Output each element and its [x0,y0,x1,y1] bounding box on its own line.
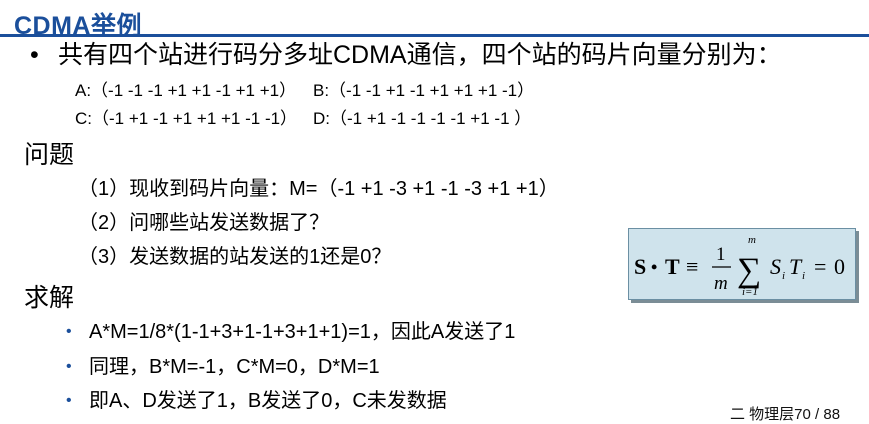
formula-sub-i2: i [802,270,805,282]
formula-t: T [665,254,680,279]
formula-term-t: T [789,254,803,279]
code-d: D:（-1 +1 -1 -1 -1 -1 +1 -1 ） [313,109,532,128]
intro-text: 共有四个站进行码分多址CDMA通信，四个站的码片向量分别为： [58,41,782,69]
code-a: A:（-1 -1 -1 +1 +1 -1 +1 +1） [75,81,297,100]
inner-product-formula: S • T ≡ 1 m m ∑ i=1 S i T i = 0 [634,234,845,298]
code-c: C:（-1 +1 -1 +1 +1 +1 -1 -1） [75,109,298,128]
formula-term-s: S [770,254,781,279]
solution-bullet-2: • [66,358,72,375]
formula-result: 0 [834,254,845,279]
question-heading: 问题 [24,141,75,169]
formula-frac-num: 1 [716,244,726,265]
solution-heading: 求解 [24,284,75,312]
formula-s: S [634,254,646,279]
solution-3: 即A、D发送了1，B发送了0，C未发数据 [89,390,447,412]
solution-2: 同理，B*M=-1，C*M=0，D*M=1 [89,356,380,378]
solution-bullet-3: • [66,392,72,409]
main-bullet-dot: • [30,41,39,69]
formula-sum-upper: m [748,234,756,246]
formula-sub-i1: i [782,270,785,282]
question-3: （3）发送数据的站发送的1还是0？ [78,246,392,268]
question-1: （1）现收到码片向量：M=（-1 +1 -3 +1 -1 -3 +1 +1） [78,178,559,200]
question-2: （2）问哪些站发送数据了？ [78,212,330,234]
formula-sum-lower: i=1 [742,286,758,298]
formula-dot: • [651,257,657,277]
formula-equals: = [814,254,826,279]
code-b: B:（-1 -1 +1 -1 +1 +1 +1 -1） [313,81,535,100]
formula-box: S • T ≡ 1 m m ∑ i=1 S i T i = 0 [628,228,856,300]
solution-bullet-1: • [66,323,72,340]
formula-frac-den: m [714,273,728,294]
solution-1: A*M=1/8*(1-1+3+1-1+3+1+1)=1，因此A发送了1 [89,321,516,343]
sigma-icon: ∑ [737,252,761,289]
title-underline [0,34,869,37]
formula-equiv: ≡ [686,254,698,279]
